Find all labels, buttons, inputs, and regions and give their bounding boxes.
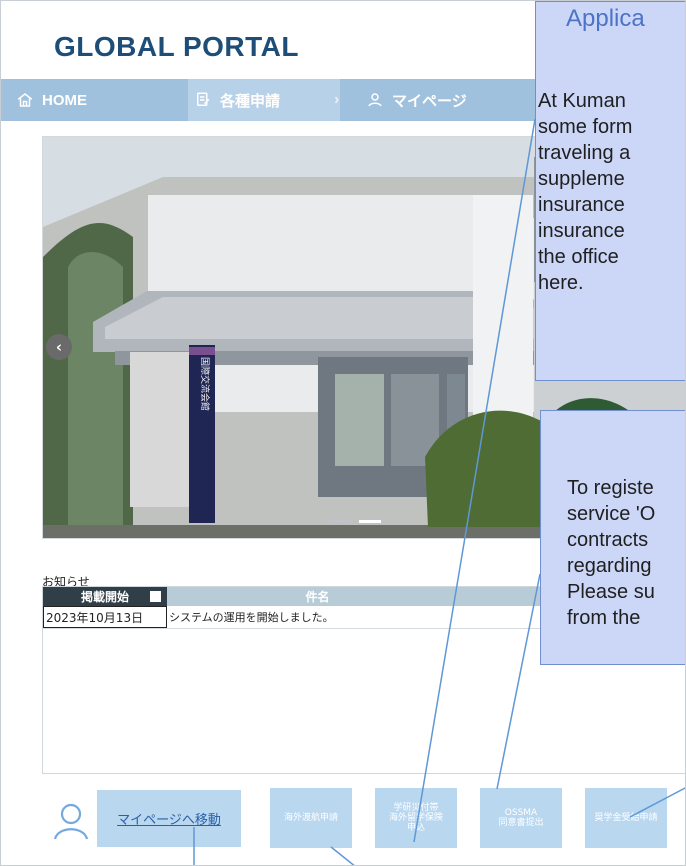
mypage-link[interactable]: マイページへ移動 [97,790,241,847]
carousel-dot[interactable] [329,520,351,523]
nav-mypage[interactable]: マイページ [366,79,467,121]
popup2-line: Please su [567,581,655,603]
popup1-line: suppleme [538,168,625,190]
popup1-line: At Kuman [538,90,626,112]
popup2-text: To registe service 'O contracts regardin… [567,475,685,631]
chevron-left-icon: ‹ [55,338,63,356]
column-date-header[interactable]: 掲載開始 ▾ [43,587,167,606]
popup1-line: insurance [538,194,625,216]
popup1-line: insurance [538,220,625,242]
news-date: 2023年10月13日 [43,606,167,628]
nav-forms[interactable]: 各種申請 [188,79,340,121]
insurance-button-line: 申込 [406,823,425,833]
column-date-label: 掲載開始 [80,590,129,604]
popup1-text: At Kuman some form traveling a suppleme … [538,88,685,296]
nav-separator: › [334,91,340,108]
carousel-prev-button[interactable]: ‹ [46,334,72,360]
user-icon [368,93,382,107]
nav-home[interactable]: HOME [16,79,87,121]
popup2-line: service 'O [567,503,656,525]
popup1-line: the office [538,246,619,268]
home-icon [17,93,33,107]
popup2-line: from the [567,607,641,629]
nav-home-label: HOME [42,91,87,109]
overseas-travel-button[interactable]: 海外渡航申請 [270,788,352,848]
page-frame: GLOBAL PORTAL HOME 各種申請 › マイページ 国際交流会館 ‹… [0,0,686,866]
nav-forms-label: 各種申請 [220,92,281,110]
filter-icon[interactable]: ▾ [150,590,161,604]
site-logo: GLOBAL PORTAL [54,31,300,62]
popup2-line: regarding [567,555,652,577]
ossma-button[interactable]: OSSMA 同意書提出 [480,788,562,848]
carousel-indicators [329,520,381,523]
popup1-line: traveling a [538,142,631,164]
popup2-line: To registe [567,477,654,499]
popup1-line: some form [538,116,633,138]
popup1-title: Applica [566,5,645,32]
slide-banner-text: 国際交流会館 [199,357,211,411]
scholarship-button[interactable]: 奨学金受給申請 [585,788,667,848]
ossma-button-line: 同意書提出 [498,818,544,828]
insurance-button[interactable]: 学研災付帯 海外留学保険 申込 [375,788,457,848]
nav-mypage-label: マイページ [392,92,467,110]
form-icon [197,92,210,106]
popup2-line: contracts [567,529,649,551]
user-avatar-icon [53,803,89,840]
ossma-button-line: OSSMA [504,808,538,818]
popup1-line: here. [538,272,584,294]
carousel-dot-active[interactable] [359,520,381,523]
insurance-button-line: 海外留学保険 [388,813,443,823]
insurance-button-line: 学研災付帯 [393,803,439,813]
